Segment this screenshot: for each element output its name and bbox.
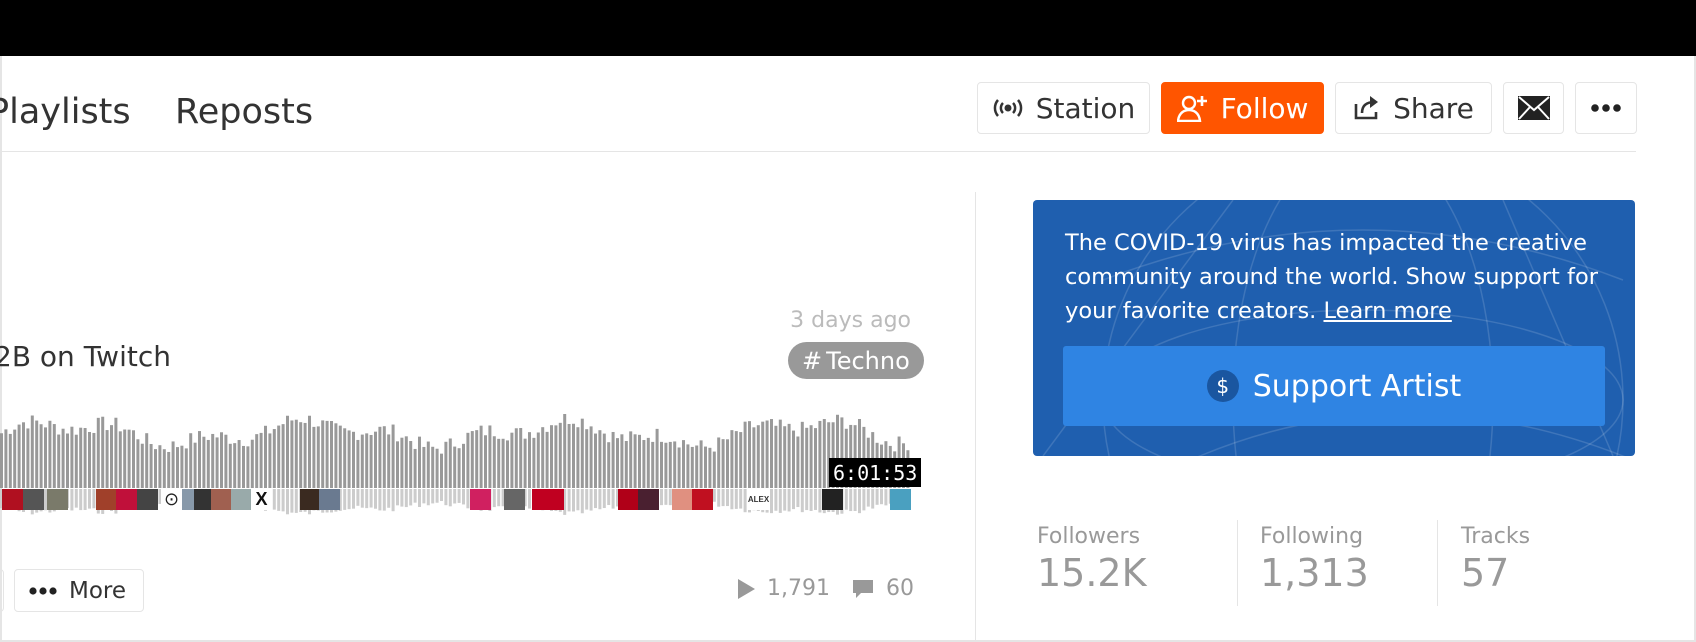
play-icon [737,578,755,599]
share-button[interactable]: Share [1335,82,1492,134]
like-button-stub[interactable] [0,569,4,612]
comment-avatar[interactable]: ⊙ [161,489,182,510]
stat-value: 57 [1461,551,1510,595]
envelope-icon [1517,95,1551,121]
add-user-icon [1176,94,1209,122]
learn-more-link[interactable]: Learn more [1323,298,1451,324]
comment-avatar[interactable] [231,489,252,510]
comment-avatar[interactable] [47,489,68,510]
comment-count-value: 60 [886,576,914,601]
track-more-label: More [69,577,127,604]
comment-avatar[interactable] [300,489,321,510]
follow-button[interactable]: Follow [1161,82,1324,134]
comment-icon [852,579,874,599]
ellipsis-icon [29,586,57,595]
comment-avatar[interactable]: X [251,489,272,510]
play-count-value: 1,791 [767,576,830,601]
tab-playlists[interactable]: Playlists [0,92,131,132]
stat-following[interactable]: Following 1,313 [1260,524,1369,595]
stat-divider [1237,520,1238,606]
support-artist-label: Support Artist [1252,368,1462,404]
stat-tracks[interactable]: Tracks 57 [1461,524,1530,595]
more-options-button[interactable] [1575,82,1637,134]
stat-followers[interactable]: Followers 15.2K [1037,524,1147,595]
station-label: Station [1035,91,1136,125]
comment-avatar[interactable] [532,489,564,510]
comment-avatar[interactable] [2,489,23,510]
follow-label: Follow [1220,91,1309,125]
track-posted-time: 3 days ago [790,308,911,333]
play-count: 1,791 [737,576,830,601]
comment-avatar[interactable] [23,489,44,510]
comment-avatar[interactable] [692,489,713,510]
stat-label: Followers [1037,524,1141,549]
column-divider [975,192,976,642]
support-artist-button[interactable]: $ Support Artist [1063,346,1605,426]
comment-avatar[interactable] [211,489,232,510]
track-title[interactable]: 2B on Twitch [0,340,171,373]
comment-avatar[interactable] [638,489,659,510]
support-artist-card: The COVID-19 virus has impacted the crea… [1033,200,1635,456]
comment-avatar[interactable] [137,489,158,510]
comment-avatar[interactable] [890,489,911,510]
genre-tag-label: Techno [826,346,910,375]
tab-reposts[interactable]: Reposts [175,92,313,132]
comment-avatar[interactable] [504,489,525,510]
ellipsis-icon [1591,104,1621,112]
support-message: The COVID-19 virus has impacted the crea… [1065,226,1605,328]
genre-tag[interactable]: # Techno [788,342,924,379]
message-button[interactable] [1503,82,1564,134]
share-icon [1353,95,1381,121]
comment-avatar[interactable]: ALEX [748,489,769,510]
comment-avatar[interactable] [822,489,843,510]
hash-icon: # [802,346,823,375]
stat-value: 15.2K [1037,551,1147,595]
comment-avatar[interactable] [319,489,340,510]
comment-avatar[interactable] [672,489,693,510]
comment-avatar[interactable] [96,489,117,510]
comment-avatars: ⊙ X ALEX [0,489,912,510]
stat-value: 1,313 [1260,551,1369,595]
station-button[interactable]: Station [977,82,1150,134]
comment-avatar[interactable] [618,489,639,510]
track-duration: 6:01:53 [829,458,922,487]
dollar-icon: $ [1206,370,1239,402]
comment-avatar[interactable] [116,489,137,510]
track-more-button[interactable]: More [14,569,144,612]
stat-divider [1437,520,1438,606]
top-black-bar [0,0,1696,56]
comment-count[interactable]: 60 [852,576,914,601]
stat-label: Following [1260,524,1364,549]
broadcast-icon [992,98,1024,118]
comment-avatar[interactable] [470,489,491,510]
stat-label: Tracks [1461,524,1531,549]
share-label: Share [1393,91,1474,125]
tabs-divider [0,151,1636,152]
